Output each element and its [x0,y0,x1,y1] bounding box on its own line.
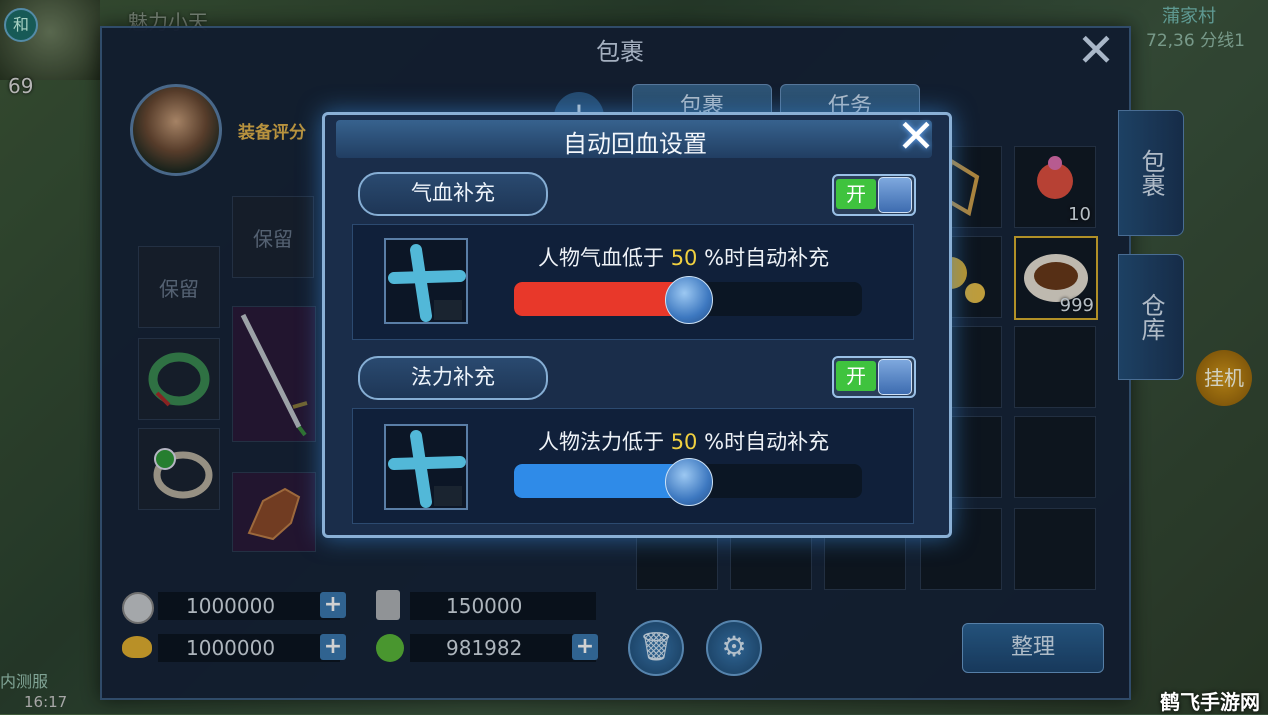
site-watermark: 鹤飞手游网 [1160,690,1260,714]
mp-threshold-text: 人物法力低于 50 %时自动补充 [538,426,829,456]
add-potion-icon [388,430,466,508]
hp-threshold-value: 50 [670,246,698,270]
hp-text-prefix: 人物气血低于 [538,246,664,270]
mp-text-suffix: %时自动补充 [704,430,830,454]
hp-potion-slot[interactable] [384,238,468,324]
toggle-on-label: 开 [836,361,876,391]
hp-toggle[interactable]: 开 [832,174,916,216]
mp-potion-slot[interactable] [384,424,468,510]
dialog-title: 自动回血设置 [563,130,707,158]
dialog-close-button[interactable]: ✕ [892,113,940,162]
hp-text-suffix: %时自动补充 [704,246,830,270]
hp-threshold-text: 人物气血低于 50 %时自动补充 [538,242,829,272]
hp-slider-knob[interactable] [665,276,713,324]
mp-slider-fill [514,464,688,498]
hp-slider-fill [514,282,688,316]
close-icon: ✕ [896,109,936,163]
add-potion-icon [388,244,466,322]
hp-section-label: 气血补充 [358,172,548,216]
toggle-knob [878,359,912,395]
mp-threshold-value: 50 [670,430,698,454]
mp-text-prefix: 人物法力低于 [538,430,664,454]
mp-toggle[interactable]: 开 [832,356,916,398]
toggle-on-label: 开 [836,179,876,209]
mp-section-label: 法力补充 [358,356,548,400]
toggle-knob [878,177,912,213]
mp-slider-knob[interactable] [665,458,713,506]
